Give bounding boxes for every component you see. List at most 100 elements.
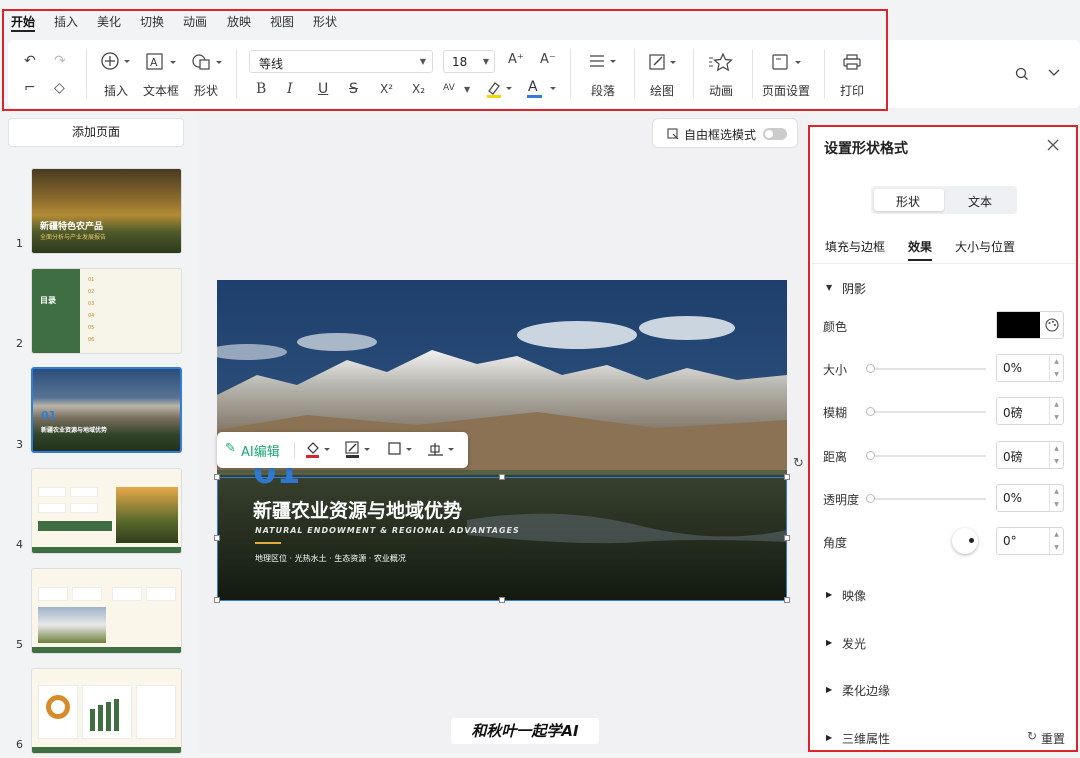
tab-animation[interactable]: 动画 bbox=[183, 13, 207, 30]
shadow-section-header[interactable]: 阴影 bbox=[842, 280, 866, 297]
rotate-handle-icon[interactable]: ↻ bbox=[793, 456, 804, 471]
slide-thumbnail-1[interactable]: 新疆特色农产品 全面分析与产业发展报告 bbox=[31, 168, 182, 254]
caret-right-icon[interactable]: ▶ bbox=[826, 733, 832, 742]
toggle-switch[interactable] bbox=[763, 128, 787, 140]
spinner-arrows-icon[interactable]: ▲ ▼ bbox=[1049, 485, 1063, 511]
tab-fill-border[interactable]: 填充与边框 bbox=[825, 238, 885, 255]
caret-right-icon[interactable]: ▶ bbox=[826, 685, 832, 694]
slide-thumbnail-6[interactable] bbox=[31, 668, 182, 754]
highlight-button[interactable] bbox=[485, 79, 513, 99]
slide-thumbnail-5[interactable] bbox=[31, 568, 182, 654]
font-family-select[interactable]: 等线 ▼ bbox=[249, 50, 433, 73]
resize-handle[interactable] bbox=[214, 597, 220, 603]
page-setup-button[interactable] bbox=[772, 53, 804, 71]
size-spinbox[interactable]: 0% ▲ ▼ bbox=[996, 354, 1064, 382]
undo-icon[interactable]: ↶ bbox=[24, 53, 36, 69]
tab-slideshow[interactable]: 放映 bbox=[227, 13, 251, 30]
slide-thumbnail-2[interactable]: 目录 01 02 03 04 05 06 bbox=[31, 268, 182, 354]
caret-right-icon[interactable]: ▶ bbox=[826, 590, 832, 599]
tab-beautify[interactable]: 美化 bbox=[97, 13, 121, 30]
tab-effects[interactable]: 效果 bbox=[908, 238, 932, 255]
strikethrough-button[interactable]: S bbox=[349, 81, 358, 97]
tab-shape[interactable]: 形状 bbox=[313, 13, 337, 30]
angle-spinbox[interactable]: 0° ▲ ▼ bbox=[996, 527, 1064, 555]
distance-slider-knob[interactable] bbox=[866, 451, 875, 460]
distance-slider[interactable] bbox=[866, 455, 986, 457]
transparency-slider-knob[interactable] bbox=[866, 494, 875, 503]
bold-button[interactable]: B bbox=[256, 81, 266, 97]
size-slider[interactable] bbox=[866, 368, 986, 370]
transparency-spinbox[interactable]: 0% ▲ ▼ bbox=[996, 484, 1064, 512]
collapse-ribbon-icon[interactable] bbox=[1048, 69, 1060, 77]
distance-spinbox[interactable]: 0磅 ▲ ▼ bbox=[996, 441, 1064, 469]
redo-icon[interactable]: ↷ bbox=[54, 53, 66, 69]
resize-handle[interactable] bbox=[214, 474, 220, 480]
chevron-down-icon[interactable]: ▼ bbox=[464, 85, 470, 94]
add-page-button[interactable]: 添加页面 bbox=[8, 118, 184, 147]
angle-dial[interactable] bbox=[952, 528, 978, 554]
free-select-mode-toggle[interactable]: 自由框选模式 bbox=[652, 118, 798, 148]
animation-button[interactable] bbox=[709, 52, 733, 72]
separator bbox=[570, 49, 571, 99]
tab-home[interactable]: 开始 bbox=[11, 13, 35, 30]
resize-handle[interactable] bbox=[784, 535, 790, 541]
resize-handle[interactable] bbox=[784, 597, 790, 603]
ai-wand-icon: ✎ bbox=[225, 441, 236, 456]
resize-handle[interactable] bbox=[214, 535, 220, 541]
textbox-button[interactable]: A bbox=[146, 53, 178, 71]
caret-down-icon[interactable]: ▼ bbox=[826, 283, 832, 292]
size-slider-knob[interactable] bbox=[866, 364, 875, 373]
slide-thumbnail-3-selected[interactable]: 01 新疆农业资源与地域优势 bbox=[31, 367, 182, 453]
subscript-button[interactable]: X₂ bbox=[412, 81, 425, 97]
soft-edges-section-header[interactable]: 柔化边缘 bbox=[842, 682, 890, 699]
transparency-slider[interactable] bbox=[866, 498, 986, 500]
format-painter-icon[interactable]: ⌐ bbox=[24, 80, 36, 96]
slide-thumbnail-4[interactable] bbox=[31, 468, 182, 554]
shape-style-button[interactable] bbox=[387, 441, 415, 459]
eraser-icon[interactable]: ◇ bbox=[54, 80, 65, 96]
tab-insert[interactable]: 插入 bbox=[54, 13, 78, 30]
blur-slider[interactable] bbox=[866, 411, 986, 413]
toggle-shape[interactable]: 形状 bbox=[896, 193, 920, 210]
grow-font-icon[interactable]: A⁺ bbox=[508, 52, 524, 68]
resize-handle[interactable] bbox=[499, 597, 505, 603]
spinner-arrows-icon[interactable]: ▲ ▼ bbox=[1049, 355, 1063, 381]
chevron-down-icon: ▼ bbox=[419, 57, 426, 66]
shape-button[interactable] bbox=[191, 53, 225, 71]
italic-button[interactable]: I bbox=[287, 81, 293, 97]
search-icon[interactable] bbox=[1015, 67, 1029, 81]
close-icon[interactable] bbox=[1047, 139, 1059, 151]
ai-edit-button[interactable]: AI编辑 bbox=[241, 441, 280, 460]
spinner-arrows-icon[interactable]: ▲ ▼ bbox=[1049, 442, 1063, 468]
tab-transition[interactable]: 切换 bbox=[140, 13, 164, 30]
shadow-color-picker[interactable] bbox=[996, 311, 1064, 339]
insert-button[interactable] bbox=[101, 52, 131, 70]
reflection-section-header[interactable]: 映像 bbox=[842, 587, 866, 604]
resize-handle[interactable] bbox=[499, 474, 505, 480]
caret-right-icon[interactable]: ▶ bbox=[826, 638, 832, 647]
3d-format-section-header[interactable]: 三维属性 bbox=[842, 730, 890, 747]
toggle-text[interactable]: 文本 bbox=[968, 193, 992, 210]
spinner-arrows-icon[interactable]: ▲ ▼ bbox=[1049, 398, 1063, 424]
tab-view[interactable]: 视图 bbox=[270, 13, 294, 30]
char-spacing-button[interactable]: AV bbox=[443, 80, 455, 96]
paragraph-button[interactable] bbox=[589, 54, 619, 70]
selected-shape-frame[interactable] bbox=[217, 477, 787, 601]
blur-slider-knob[interactable] bbox=[866, 407, 875, 416]
tab-size-position[interactable]: 大小与位置 bbox=[955, 238, 1015, 255]
align-button[interactable] bbox=[427, 441, 457, 459]
spinner-arrows-icon[interactable]: ▲ ▼ bbox=[1049, 528, 1063, 554]
outline-color-button[interactable] bbox=[345, 441, 373, 459]
superscript-button[interactable]: X² bbox=[380, 81, 393, 97]
shrink-font-icon[interactable]: A⁻ bbox=[540, 52, 556, 68]
print-button[interactable] bbox=[843, 54, 861, 70]
font-size-select[interactable]: 18 ▼ bbox=[443, 50, 495, 73]
resize-handle[interactable] bbox=[784, 474, 790, 480]
underline-button[interactable]: U bbox=[318, 81, 328, 97]
fill-color-button[interactable] bbox=[305, 441, 333, 459]
draw-button[interactable] bbox=[649, 53, 679, 71]
blur-spinbox[interactable]: 0磅 ▲ ▼ bbox=[996, 397, 1064, 425]
glow-section-header[interactable]: 发光 bbox=[842, 635, 866, 652]
reset-icon[interactable]: ↻ bbox=[1027, 729, 1037, 743]
reset-button[interactable]: 重置 bbox=[1041, 730, 1065, 747]
